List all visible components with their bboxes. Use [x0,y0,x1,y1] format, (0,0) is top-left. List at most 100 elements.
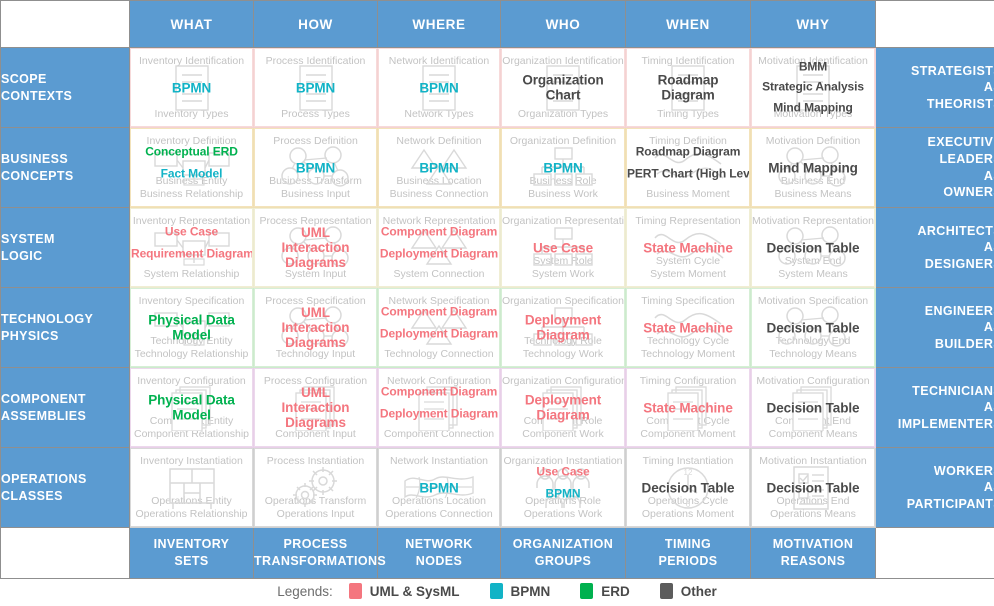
matrix-cell-when-2[interactable]: Timing Representation System Cycle System … [625,207,751,288]
notation-label: Physical Data [148,392,235,408]
row-header-operations[interactable]: OPERATIONS CLASSES [0,447,130,528]
row-audience-3[interactable]: ENGINEERSASBUILDERS [875,287,994,368]
cell-labels: UML Interaction Diagrams [255,384,376,430]
row-audience-5[interactable]: WORKERSASPARTICIPANTS [875,447,994,528]
notation-label: State Machine [643,319,733,335]
cell-caption-top: Timing Identification [641,55,735,67]
matrix-cell-who-0[interactable]: Organization Identification Organization … [500,47,626,128]
row-header-scope[interactable]: SCOPE CONTEXTS [0,47,130,128]
cell-labels: Roadmap Diagram PERT Chart (High Level) [627,144,750,190]
matrix-cell-where-4[interactable]: Network Configuration Component Connectio… [377,367,501,448]
matrix-cell-when-3[interactable]: Timing Specification Technology Cycle Tech… [625,287,751,368]
cell-labels: Physical Data Model [131,312,252,343]
matrix-cell-when-4[interactable]: Timing Configuration Component Cycle Compo… [625,367,751,448]
footer-header-who[interactable]: ORGANIZATION GROUPS [500,527,626,579]
cell-labels: Mind Mapping [752,160,874,175]
matrix-cell-how-2[interactable]: Process Representation System Input UML Int… [253,207,378,288]
cell-inner: Organization Identification Organization … [501,48,625,127]
matrix-cell-what-2[interactable]: Inventory Representation System Relations… [129,207,254,288]
header-row: WHAT HOW WHERE WHO WHEN WHY [0,0,994,48]
matrix-cell-when-0[interactable]: Timing Identification Timing Types Roadmap… [625,47,751,128]
corner-blank-top-left [0,0,130,48]
matrix-cell-how-3[interactable]: Process Specification Technology Input UML… [253,287,378,368]
notation-label: Use Case [164,223,219,238]
matrix-cell-how-0[interactable]: Process Identification Process Types BPMN [253,47,378,128]
row-audience-0[interactable]: STRATEGISTSASTHEORISTS [875,47,994,128]
matrix-cell-where-2[interactable]: Network Representation System Connection C… [377,207,501,288]
matrix-cell-when-5[interactable]: Timing Instantiation Operations Cycle Oper… [625,447,751,528]
cell-caption-top: Inventory Identification [138,55,245,67]
matrix-cell-what-3[interactable]: Inventory Specification Technology Entity… [129,287,254,368]
cell-labels: Component Diagram Deployment Diagram [379,384,499,430]
footer-header-what[interactable]: INVENTORY SETS [129,527,254,579]
row-audience-2[interactable]: ARCHITECTSASDESIGNERS [875,207,994,288]
matrix-cell-why-1[interactable]: Motivation Definition Business End Busines… [750,127,876,208]
matrix-cell-why-0[interactable]: Motivation Identification Motivation Type… [750,47,876,128]
notation-label: BMM [798,58,828,73]
cell-inner: Network Configuration Component Connectio… [378,368,500,447]
cell-caption-top: Timing Instantiation [642,455,734,467]
matrix-cell-why-2[interactable]: Motivation Representation System End Syste… [750,207,876,288]
matrix-cell-when-1[interactable]: Timing Definition Business Moment Roadmap … [625,127,751,208]
matrix-cell-where-5[interactable]: Network Instantiation Operations Location… [377,447,501,528]
notation-label: Deployment Diagram [379,326,499,341]
notation-label: Chart [545,87,581,103]
matrix-cell-who-3[interactable]: Organization Specification Technology Rol… [500,287,626,368]
column-header-what[interactable]: WHAT [129,0,254,48]
matrix-cell-what-4[interactable]: Inventory Configuration Component Entity C… [129,367,254,448]
cell-inner: Network Representation System Connection C… [378,208,500,287]
notation-label: BPMN [295,159,336,175]
matrix-cell-who-4[interactable]: Organization Configuration Component Role… [500,367,626,448]
row-header-technology[interactable]: TECHNOLOGY PHYSICS [0,287,130,368]
row-header-business[interactable]: BUSINESS CONCEPTS [0,127,130,208]
footer-header-when[interactable]: TIMING PERIODS [625,527,751,579]
matrix-cell-how-4[interactable]: Process Configuration Component Input UML I… [253,367,378,448]
matrix-cell-why-4[interactable]: Motivation Configuration Component End Com… [750,367,876,448]
matrix-cell-how-1[interactable]: Process Definition Business Transform Busi… [253,127,378,208]
cell-caption-top: Process Instantiation [266,455,365,467]
cell-inner: Process Configuration Component Input UML I… [254,368,377,447]
notation-label: PERT Chart (High Level) [627,166,750,181]
footer-header-why[interactable]: MOTIVATION REASONS [750,527,876,579]
matrix-cell-what-1[interactable]: Inventory Definition Business Entity Busin… [129,127,254,208]
notation-label: Mind Mapping [773,100,853,115]
column-header-who[interactable]: WHO [500,0,626,48]
column-header-where[interactable]: WHERE [377,0,501,48]
cell-inner: Timing Configuration Component Cycle Compo… [626,368,750,447]
cell-inner: Inventory Instantiation Operations Entity… [130,448,253,527]
cell-caption-top: Motivation Configuration [756,375,870,387]
cell-caption-top: Process Definition [273,135,358,147]
column-header-when[interactable]: WHEN [625,0,751,48]
row-header-system[interactable]: SYSTEM LOGIC [0,207,130,288]
matrix-cell-why-5[interactable]: Motivation Instantiation Operations End Op… [750,447,876,528]
row-audience-1[interactable]: EXECUTIVELEADERSASOWNERS [875,127,994,208]
cell-caption-bottom: Operations Location Operations Connection [385,494,493,520]
matrix-cell-what-5[interactable]: Inventory Instantiation Operations Entity… [129,447,254,528]
cell-inner: Network Definition Business Location Busin… [378,128,500,207]
row-audience-4[interactable]: TECHNICIANSASIMPLEMENTERS [875,367,994,448]
cell-labels: BMM Strategic Analysis Mind Mapping [752,58,874,115]
matrix-cell-where-0[interactable]: Network Identification Network Types BPMN [377,47,501,128]
matrix-row: SCOPE CONTEXTS Inventory Identification Inv… [0,47,994,128]
cell-caption-top: Motivation Definition [765,135,861,147]
row-header-component[interactable]: COMPONENT ASSEMBLIES [0,367,130,448]
cell-labels: Organization Chart [502,72,624,103]
notation-label: BPMN [419,159,459,175]
matrix-cell-who-1[interactable]: Organization Definition Business Role Busi… [500,127,626,208]
matrix-cell-who-5[interactable]: Organization Instantiation Operations Rol… [500,447,626,528]
matrix-cell-where-1[interactable]: Network Definition Business Location Busin… [377,127,501,208]
matrix-cell-what-0[interactable]: Inventory Identification Inventory Types B… [129,47,254,128]
notation-label: Interaction [281,239,350,255]
matrix-cell-why-3[interactable]: Motivation Specification Technology End Te… [750,287,876,368]
matrix-cell-how-5[interactable]: Process Instantiation Operations Transfor… [253,447,378,528]
cell-caption-bottom: Business End Business Means [774,174,852,200]
column-header-why[interactable]: WHY [750,0,876,48]
matrix-cell-who-2[interactable]: Organization Representation System Role Sy… [500,207,626,288]
cell-inner: Organization Specification Technology Rol… [501,288,625,367]
footer-header-where[interactable]: NETWORK NODES [377,527,501,579]
matrix-cell-where-3[interactable]: Network Specification Technology Connecti… [377,287,501,368]
column-header-how[interactable]: HOW [253,0,378,48]
footer-header-how[interactable]: PROCESS TRANSFORMATIONS [253,527,386,579]
footer-row: INVENTORY SETS PROCESS TRANSFORMATIONS NETWO… [0,527,994,579]
legend-label-bpmn: BPMN [510,583,551,599]
